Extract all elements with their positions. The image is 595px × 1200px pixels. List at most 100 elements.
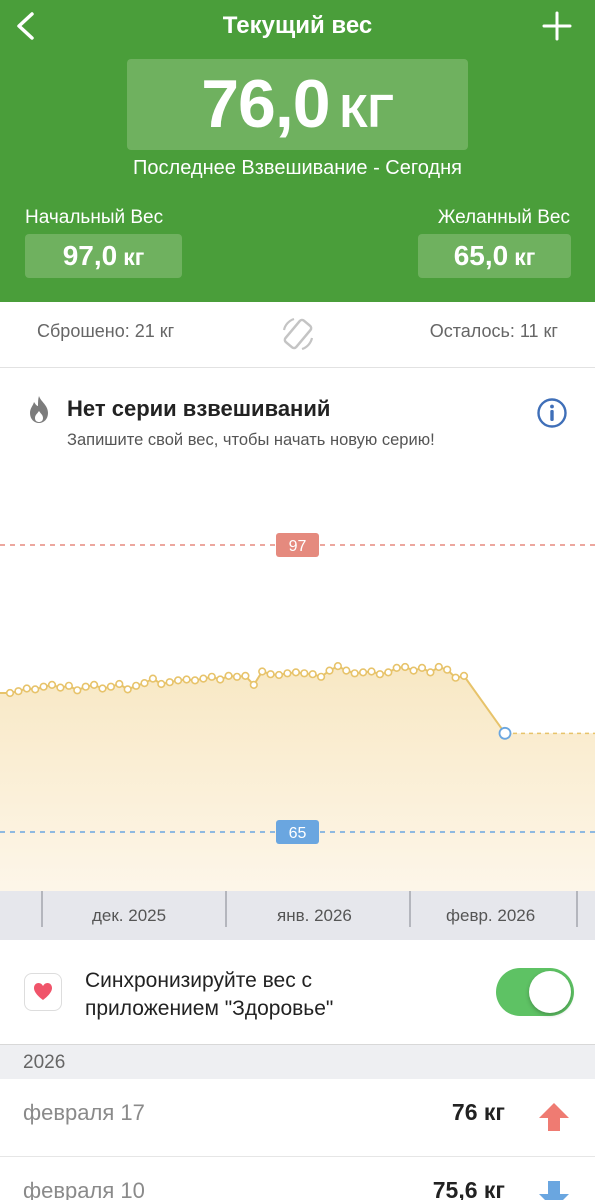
weight-point	[266, 670, 275, 679]
info-icon[interactable]	[536, 397, 568, 429]
history-date: февраля 10	[23, 1178, 145, 1200]
goal-weight-box[interactable]: 65,0 кг	[418, 234, 571, 278]
year-label: 2026	[23, 1052, 66, 1073]
weight-point	[375, 670, 385, 679]
x-axis-label: янв. 2026	[277, 906, 352, 925]
weight-point	[283, 669, 292, 678]
plus-icon	[542, 11, 572, 41]
weight-point	[317, 672, 326, 681]
current-weight-point	[498, 726, 512, 740]
heart-icon	[34, 983, 52, 1000]
x-axis-tick	[576, 891, 578, 927]
rotate-screen-icon[interactable]	[278, 314, 318, 354]
history-row[interactable]: февраля 17 76 кг	[0, 1079, 595, 1157]
weight-point	[241, 671, 250, 680]
last-weigh-text: Последнее Взвешивание - Сегодня	[133, 157, 462, 179]
health-sync-text-line1: Синхронизируйте вес с	[85, 969, 313, 992]
weight-point	[115, 679, 124, 689]
weight-point	[224, 671, 233, 680]
start-weight-box[interactable]: 97,0 кг	[25, 234, 182, 278]
x-axis-tick	[409, 891, 411, 927]
history-weight: 76 кг	[451, 1099, 505, 1125]
goal-weight-label: 65	[289, 825, 307, 842]
year-header: 2026	[0, 1044, 595, 1079]
arrow-down-icon	[537, 1179, 571, 1200]
weight-point	[401, 662, 410, 672]
start-weight-label: 97	[289, 538, 307, 555]
remaining-weight-text: Осталось: 11 кг	[429, 321, 558, 341]
weight-point	[291, 668, 301, 677]
weight-point	[350, 669, 359, 678]
weight-point	[22, 684, 31, 693]
weight-point	[232, 672, 242, 681]
current-weight-box[interactable]: 76,0 КГ	[127, 59, 468, 150]
start-weight-label: Начальный Вес	[25, 207, 164, 228]
weight-point	[182, 675, 191, 684]
weight-point	[5, 688, 15, 698]
history-date: февраля 17	[23, 1100, 145, 1125]
weight-point	[64, 681, 73, 690]
weight-point	[31, 685, 40, 694]
current-weight-value: 76,0	[201, 66, 330, 142]
x-axis-label: дек. 2025	[92, 906, 167, 925]
weight-point	[140, 679, 149, 688]
weight-point	[384, 668, 393, 677]
arrow-up-icon	[537, 1101, 571, 1133]
weight-point	[359, 668, 368, 677]
weight-point	[73, 686, 82, 695]
weight-point	[216, 675, 225, 684]
weight-point	[258, 667, 267, 676]
start-weight-value: 97,0	[62, 240, 118, 271]
add-weight-button[interactable]	[539, 8, 575, 44]
streak-subtitle: Запишите свой вес, чтобы начать новую се…	[67, 431, 435, 449]
weight-point	[165, 678, 174, 687]
health-sync-text-line2: приложением "Здоровье"	[85, 997, 334, 1020]
weight-point	[459, 671, 469, 680]
weight-point	[123, 685, 132, 694]
health-sync-text: Синхронизируйте вес с приложением "Здоро…	[85, 967, 333, 1023]
weight-point	[106, 682, 115, 691]
weight-point	[98, 684, 107, 693]
weight-point	[367, 667, 376, 676]
weight-point	[148, 674, 157, 683]
goal-weight-value: 65,0	[453, 240, 509, 271]
weight-point	[325, 666, 334, 675]
weight-point	[300, 669, 309, 678]
weight-point	[392, 663, 401, 672]
x-axis-label: февр. 2026	[446, 906, 536, 925]
weight-point	[274, 670, 284, 680]
weight-point	[157, 679, 166, 689]
weight-point	[47, 680, 57, 689]
weight-point	[451, 673, 460, 682]
header: Текущий вес 76,0 КГ Последнее Взвешивани…	[0, 0, 595, 302]
streak-title: Нет серии взвешиваний	[67, 396, 331, 421]
rotate-icon-graphic	[282, 317, 314, 351]
weight-point	[89, 680, 99, 689]
weight-point	[426, 668, 435, 677]
weight-point	[81, 682, 90, 691]
weight-point	[14, 687, 23, 696]
flame-icon	[25, 394, 53, 424]
chart-area-fill	[0, 666, 595, 891]
weight-chart-svg: 97 65	[0, 533, 595, 891]
goal-weight-unit: кг	[514, 244, 536, 270]
health-app-icon	[24, 973, 62, 1011]
history-weight: 75,6 кг	[432, 1177, 505, 1200]
weight-point	[409, 666, 418, 675]
weight-chart[interactable]: 97 65	[0, 470, 595, 891]
weight-point	[174, 676, 183, 685]
weight-point	[39, 682, 48, 691]
weight-point	[434, 662, 443, 672]
history-row[interactable]: февраля 10 75,6 кг	[0, 1157, 595, 1200]
x-axis-tick	[41, 891, 43, 927]
health-sync-toggle[interactable]	[496, 968, 574, 1016]
weight-point	[56, 683, 65, 692]
weight-point	[207, 672, 216, 681]
weight-point	[443, 665, 452, 674]
toggle-knob	[529, 971, 571, 1013]
page-title: Текущий вес	[222, 12, 373, 39]
weight-point	[342, 666, 351, 675]
current-weight-unit: КГ	[339, 85, 394, 137]
x-axis-tick	[225, 891, 227, 927]
weight-point	[417, 663, 427, 672]
